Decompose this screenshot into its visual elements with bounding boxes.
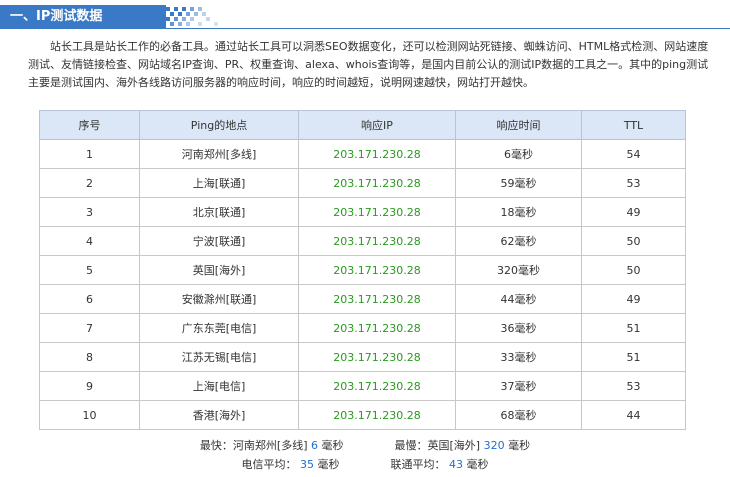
table-row: 3 北京[联通] 203.171.230.28 18毫秒 49	[39, 197, 686, 227]
telecom-average-label: 电信平均：	[241, 458, 297, 471]
cell-response-time: 320毫秒	[455, 255, 582, 285]
fastest-value: 6	[311, 439, 318, 452]
header-location: Ping的地点	[139, 110, 299, 140]
cell-index: 5	[39, 255, 140, 285]
table-row: 5 英国[海外] 203.171.230.28 320毫秒 50	[39, 255, 686, 285]
cell-ttl: 50	[581, 255, 686, 285]
ping-results-table: 序号 Ping的地点 响应IP 响应时间 TTL 1 河南郑州[多线] 203.…	[39, 110, 686, 430]
table-header-row: 序号 Ping的地点 响应IP 响应时间 TTL	[39, 110, 686, 140]
cell-location: 北京[联通]	[139, 197, 299, 227]
unicom-average-label: 联通平均：	[390, 458, 446, 471]
cell-response-time: 18毫秒	[455, 197, 582, 227]
table-row: 1 河南郑州[多线] 203.171.230.28 6毫秒 54	[39, 139, 686, 169]
fastest-label: 最快：河南郑州[多线]	[199, 439, 308, 452]
header-divider	[0, 28, 730, 29]
cell-ttl: 49	[581, 284, 686, 314]
summary-block: 最快：河南郑州[多线] 6 毫秒 最慢：英国[海外] 320 毫秒 电信平均： …	[0, 436, 730, 474]
section-title: 一、IP测试数据	[0, 5, 166, 29]
cell-location: 安徽滁州[联通]	[139, 284, 299, 314]
cell-ttl: 54	[581, 139, 686, 169]
summary-line-extremes: 最快：河南郑州[多线] 6 毫秒 最慢：英国[海外] 320 毫秒	[0, 436, 730, 455]
cell-response-time: 33毫秒	[455, 342, 582, 372]
table-row: 7 广东东莞[电信] 203.171.230.28 36毫秒 51	[39, 313, 686, 343]
slowest-value: 320	[483, 439, 505, 452]
table-row: 4 宁波[联通] 203.171.230.28 62毫秒 50	[39, 226, 686, 256]
table-row: 10 香港[海外] 203.171.230.28 68毫秒 44	[39, 400, 686, 430]
telecom-average-unit: 毫秒	[317, 458, 340, 471]
cell-index: 6	[39, 284, 140, 314]
header-index: 序号	[39, 110, 140, 140]
cell-index: 3	[39, 197, 140, 227]
header-ip: 响应IP	[298, 110, 456, 140]
telecom-average-value: 35	[300, 458, 314, 471]
cell-ttl: 49	[581, 197, 686, 227]
slowest-label: 最慢：英国[海外]	[394, 439, 481, 452]
decorative-squares-icon	[166, 7, 222, 27]
cell-location: 河南郑州[多线]	[139, 139, 299, 169]
cell-ip: 203.171.230.28	[298, 255, 456, 285]
cell-index: 8	[39, 342, 140, 372]
cell-ttl: 51	[581, 342, 686, 372]
cell-location: 上海[联通]	[139, 168, 299, 198]
cell-response-time: 59毫秒	[455, 168, 582, 198]
section-header: 一、IP测试数据	[0, 5, 730, 29]
cell-index: 4	[39, 226, 140, 256]
cell-response-time: 6毫秒	[455, 139, 582, 169]
cell-ttl: 44	[581, 400, 686, 430]
unicom-average-unit: 毫秒	[466, 458, 489, 471]
cell-ip: 203.171.230.28	[298, 342, 456, 372]
cell-ip: 203.171.230.28	[298, 226, 456, 256]
slowest-unit: 毫秒	[508, 439, 531, 452]
cell-ip: 203.171.230.28	[298, 168, 456, 198]
header-response-time: 响应时间	[455, 110, 582, 140]
table-row: 6 安徽滁州[联通] 203.171.230.28 44毫秒 49	[39, 284, 686, 314]
cell-index: 2	[39, 168, 140, 198]
cell-ip: 203.171.230.28	[298, 400, 456, 430]
cell-ip: 203.171.230.28	[298, 313, 456, 343]
cell-index: 9	[39, 371, 140, 401]
cell-location: 江苏无锡[电信]	[139, 342, 299, 372]
fastest-unit: 毫秒	[321, 439, 344, 452]
cell-ttl: 53	[581, 168, 686, 198]
cell-response-time: 44毫秒	[455, 284, 582, 314]
cell-ttl: 51	[581, 313, 686, 343]
summary-line-averages: 电信平均： 35 毫秒 联通平均： 43 毫秒	[0, 455, 730, 474]
table-row: 9 上海[电信] 203.171.230.28 37毫秒 53	[39, 371, 686, 401]
cell-index: 10	[39, 400, 140, 430]
cell-response-time: 62毫秒	[455, 226, 582, 256]
cell-ip: 203.171.230.28	[298, 139, 456, 169]
header-ttl: TTL	[581, 110, 686, 140]
cell-location: 广东东莞[电信]	[139, 313, 299, 343]
cell-ip: 203.171.230.28	[298, 284, 456, 314]
cell-response-time: 68毫秒	[455, 400, 582, 430]
cell-location: 香港[海外]	[139, 400, 299, 430]
cell-index: 7	[39, 313, 140, 343]
cell-ttl: 50	[581, 226, 686, 256]
cell-ip: 203.171.230.28	[298, 371, 456, 401]
table-row: 2 上海[联通] 203.171.230.28 59毫秒 53	[39, 168, 686, 198]
cell-response-time: 36毫秒	[455, 313, 582, 343]
cell-response-time: 37毫秒	[455, 371, 582, 401]
cell-location: 英国[海外]	[139, 255, 299, 285]
intro-paragraph: 站长工具是站长工作的必备工具。通过站长工具可以洞悉SEO数据变化，还可以检测网站…	[28, 40, 709, 89]
unicom-average-value: 43	[449, 458, 463, 471]
cell-ip: 203.171.230.28	[298, 197, 456, 227]
cell-location: 宁波[联通]	[139, 226, 299, 256]
cell-location: 上海[电信]	[139, 371, 299, 401]
cell-index: 1	[39, 139, 140, 169]
cell-ttl: 53	[581, 371, 686, 401]
table-row: 8 江苏无锡[电信] 203.171.230.28 33毫秒 51	[39, 342, 686, 372]
